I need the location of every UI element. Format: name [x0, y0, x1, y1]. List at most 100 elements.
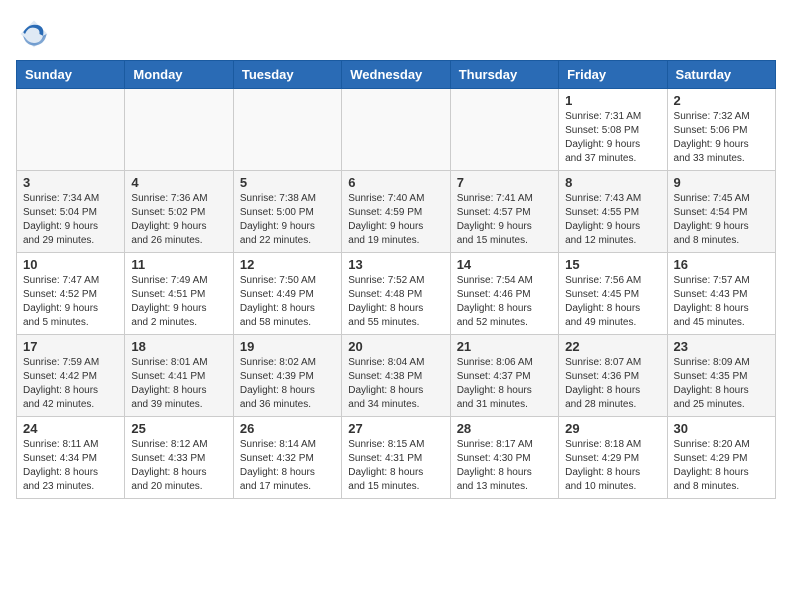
day-number: 28	[457, 421, 552, 436]
day-number: 30	[674, 421, 769, 436]
header-thursday: Thursday	[450, 61, 558, 89]
calendar-cell: 7Sunrise: 7:41 AM Sunset: 4:57 PM Daylig…	[450, 171, 558, 253]
calendar-cell: 1 Sunrise: 7:31 AM Sunset: 5:08 PM Daylig…	[559, 89, 667, 171]
calendar-cell: 5Sunrise: 7:38 AM Sunset: 5:00 PM Daylig…	[233, 171, 341, 253]
calendar-cell: 18Sunrise: 8:01 AM Sunset: 4:41 PM Dayli…	[125, 335, 233, 417]
calendar-cell: 2 Sunrise: 7:32 AM Sunset: 5:06 PM Daylig…	[667, 89, 775, 171]
calendar-cell: 14 Sunrise: 7:54 AM Sunset: 4:46 PM Dayli…	[450, 253, 558, 335]
calendar-cell: 8Sunrise: 7:43 AM Sunset: 4:55 PM Daylig…	[559, 171, 667, 253]
day-info: Sunrise: 8:06 AM Sunset: 4:37 PM Dayligh…	[457, 356, 552, 412]
calendar-cell: 24 Sunrise: 8:11 AM Sunset: 4:34 PM Dayli…	[17, 417, 125, 499]
day-number: 16	[674, 257, 769, 272]
calendar-cell: 26 Sunrise: 8:14 AM Sunset: 4:32 PM Dayli…	[233, 417, 341, 499]
calendar-cell: 9 Sunrise: 7:45 AM Sunset: 4:54 PM Daylig…	[667, 171, 775, 253]
day-info: Sunrise: 7:59 AM Sunset: 4:42 PM Dayligh…	[23, 356, 118, 412]
calendar-cell: 28 Sunrise: 8:17 AM Sunset: 4:30 PM Dayli…	[450, 417, 558, 499]
day-number: 20	[348, 339, 443, 354]
day-number: 24	[23, 421, 118, 436]
week-row-2: 3Sunrise: 7:34 AM Sunset: 5:04 PM Daylig…	[17, 171, 776, 253]
day-number: 2	[674, 93, 769, 108]
header-wednesday: Wednesday	[342, 61, 450, 89]
week-row-5: 24 Sunrise: 8:11 AM Sunset: 4:34 PM Dayli…	[17, 417, 776, 499]
day-info: Sunrise: 7:56 AM Sunset: 4:45 PM Dayligh…	[565, 274, 660, 330]
header-saturday: Saturday	[667, 61, 775, 89]
day-info: Sunrise: 8:07 AM Sunset: 4:36 PM Dayligh…	[565, 356, 660, 412]
day-info: Sunrise: 7:31 AM Sunset: 5:08 PM Dayligh…	[565, 110, 660, 166]
header-tuesday: Tuesday	[233, 61, 341, 89]
calendar-cell: 29Sunrise: 8:18 AM Sunset: 4:29 PM Dayli…	[559, 417, 667, 499]
day-info: Sunrise: 7:50 AM Sunset: 4:49 PM Dayligh…	[240, 274, 335, 330]
calendar-cell: 21 Sunrise: 8:06 AM Sunset: 4:37 PM Dayli…	[450, 335, 558, 417]
calendar-cell: 10 Sunrise: 7:47 AM Sunset: 4:52 PM Dayli…	[17, 253, 125, 335]
day-info: Sunrise: 8:02 AM Sunset: 4:39 PM Dayligh…	[240, 356, 335, 412]
week-row-1: 1 Sunrise: 7:31 AM Sunset: 5:08 PM Daylig…	[17, 89, 776, 171]
day-number: 5	[240, 175, 335, 190]
day-info: Sunrise: 7:32 AM Sunset: 5:06 PM Dayligh…	[674, 110, 769, 166]
calendar-cell: 25 Sunrise: 8:12 AM Sunset: 4:33 PM Dayli…	[125, 417, 233, 499]
calendar-cell: 19 Sunrise: 8:02 AM Sunset: 4:39 PM Dayli…	[233, 335, 341, 417]
day-info: Sunrise: 8:14 AM Sunset: 4:32 PM Dayligh…	[240, 438, 335, 494]
day-number: 13	[348, 257, 443, 272]
calendar-cell: 22 Sunrise: 8:07 AM Sunset: 4:36 PM Dayli…	[559, 335, 667, 417]
calendar-cell: 6 Sunrise: 7:40 AM Sunset: 4:59 PM Daylig…	[342, 171, 450, 253]
calendar: SundayMondayTuesdayWednesdayThursdayFrid…	[16, 60, 776, 499]
calendar-cell	[17, 89, 125, 171]
calendar-cell: 30 Sunrise: 8:20 AM Sunset: 4:29 PM Dayli…	[667, 417, 775, 499]
calendar-cell: 3Sunrise: 7:34 AM Sunset: 5:04 PM Daylig…	[17, 171, 125, 253]
calendar-cell: 13 Sunrise: 7:52 AM Sunset: 4:48 PM Dayli…	[342, 253, 450, 335]
calendar-cell: 17 Sunrise: 7:59 AM Sunset: 4:42 PM Dayli…	[17, 335, 125, 417]
day-number: 9	[674, 175, 769, 190]
day-number: 19	[240, 339, 335, 354]
day-number: 11	[131, 257, 226, 272]
day-info: Sunrise: 8:17 AM Sunset: 4:30 PM Dayligh…	[457, 438, 552, 494]
header-friday: Friday	[559, 61, 667, 89]
day-info: Sunrise: 7:41 AM Sunset: 4:57 PM Dayligh…	[457, 192, 552, 248]
day-number: 22	[565, 339, 660, 354]
header-monday: Monday	[125, 61, 233, 89]
day-info: Sunrise: 7:45 AM Sunset: 4:54 PM Dayligh…	[674, 192, 769, 248]
day-info: Sunrise: 8:20 AM Sunset: 4:29 PM Dayligh…	[674, 438, 769, 494]
day-number: 27	[348, 421, 443, 436]
day-info: Sunrise: 7:36 AM Sunset: 5:02 PM Dayligh…	[131, 192, 226, 248]
day-info: Sunrise: 8:01 AM Sunset: 4:41 PM Dayligh…	[131, 356, 226, 412]
day-info: Sunrise: 7:54 AM Sunset: 4:46 PM Dayligh…	[457, 274, 552, 330]
calendar-cell: 12 Sunrise: 7:50 AM Sunset: 4:49 PM Dayli…	[233, 253, 341, 335]
header-section	[16, 16, 776, 52]
calendar-cell: 16Sunrise: 7:57 AM Sunset: 4:43 PM Dayli…	[667, 253, 775, 335]
day-info: Sunrise: 7:52 AM Sunset: 4:48 PM Dayligh…	[348, 274, 443, 330]
calendar-cell	[125, 89, 233, 171]
header-sunday: Sunday	[17, 61, 125, 89]
calendar-header-row: SundayMondayTuesdayWednesdayThursdayFrid…	[17, 61, 776, 89]
day-info: Sunrise: 7:47 AM Sunset: 4:52 PM Dayligh…	[23, 274, 118, 330]
day-number: 17	[23, 339, 118, 354]
calendar-cell	[342, 89, 450, 171]
calendar-cell: 15Sunrise: 7:56 AM Sunset: 4:45 PM Dayli…	[559, 253, 667, 335]
day-number: 26	[240, 421, 335, 436]
calendar-cell: 11 Sunrise: 7:49 AM Sunset: 4:51 PM Dayli…	[125, 253, 233, 335]
day-number: 6	[348, 175, 443, 190]
week-row-4: 17 Sunrise: 7:59 AM Sunset: 4:42 PM Dayli…	[17, 335, 776, 417]
day-info: Sunrise: 7:34 AM Sunset: 5:04 PM Dayligh…	[23, 192, 118, 248]
day-number: 14	[457, 257, 552, 272]
day-number: 23	[674, 339, 769, 354]
day-number: 25	[131, 421, 226, 436]
day-number: 1	[565, 93, 660, 108]
day-number: 10	[23, 257, 118, 272]
day-info: Sunrise: 8:11 AM Sunset: 4:34 PM Dayligh…	[23, 438, 118, 494]
day-number: 4	[131, 175, 226, 190]
calendar-cell	[450, 89, 558, 171]
day-number: 29	[565, 421, 660, 436]
day-info: Sunrise: 8:15 AM Sunset: 4:31 PM Dayligh…	[348, 438, 443, 494]
day-info: Sunrise: 8:04 AM Sunset: 4:38 PM Dayligh…	[348, 356, 443, 412]
day-info: Sunrise: 8:12 AM Sunset: 4:33 PM Dayligh…	[131, 438, 226, 494]
day-info: Sunrise: 7:40 AM Sunset: 4:59 PM Dayligh…	[348, 192, 443, 248]
day-info: Sunrise: 8:09 AM Sunset: 4:35 PM Dayligh…	[674, 356, 769, 412]
day-number: 8	[565, 175, 660, 190]
day-info: Sunrise: 7:49 AM Sunset: 4:51 PM Dayligh…	[131, 274, 226, 330]
calendar-cell: 27 Sunrise: 8:15 AM Sunset: 4:31 PM Dayli…	[342, 417, 450, 499]
day-number: 12	[240, 257, 335, 272]
logo	[16, 16, 56, 52]
calendar-cell	[233, 89, 341, 171]
calendar-cell: 23 Sunrise: 8:09 AM Sunset: 4:35 PM Dayli…	[667, 335, 775, 417]
day-number: 21	[457, 339, 552, 354]
